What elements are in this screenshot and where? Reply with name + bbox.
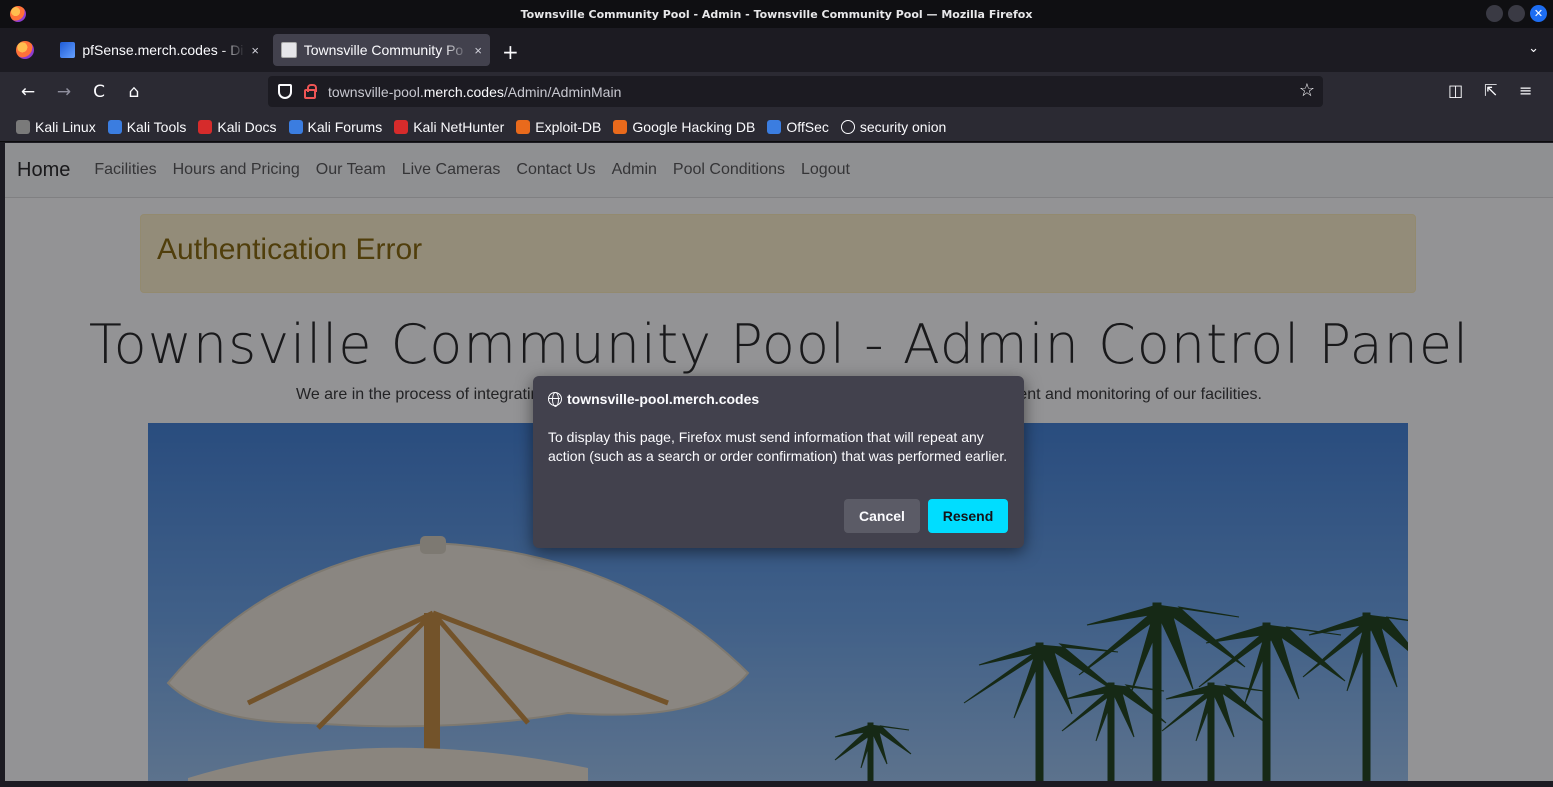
bookmark-label: OffSec bbox=[786, 118, 829, 135]
tab-townsville[interactable]: Townsville Community Po × bbox=[273, 34, 490, 66]
globe-icon bbox=[548, 392, 562, 407]
nav-toolbar: ← → C ⌂ townsville-pool.merch.codes/Admi… bbox=[0, 72, 1553, 112]
taskbar-strip bbox=[0, 781, 1553, 787]
bookmark-kali-forums[interactable]: Kali Forums bbox=[288, 118, 383, 135]
list-all-tabs-button[interactable]: ⌄ bbox=[1528, 41, 1539, 56]
tab-pfsense[interactable]: pfSense.merch.codes - Di × bbox=[52, 34, 267, 66]
kali-docs-icon bbox=[198, 119, 213, 134]
new-tab-button[interactable]: + bbox=[502, 40, 519, 64]
exploit-db-icon bbox=[516, 119, 531, 134]
extensions-icon[interactable]: ⇱ bbox=[1484, 81, 1497, 100]
kali-forums-icon bbox=[288, 119, 303, 134]
resend-dialog: townsville-pool.merch.codes To display t… bbox=[533, 376, 1024, 548]
url-text: townsville-pool.merch.codes/Admin/AdminM… bbox=[328, 84, 621, 100]
back-button[interactable]: ← bbox=[16, 80, 40, 104]
firefox-logo-icon bbox=[10, 6, 26, 22]
bookmark-security-onion[interactable]: security onion bbox=[840, 118, 947, 135]
dialog-message: To display this page, Firefox must send … bbox=[548, 429, 1008, 464]
bookmark-offsec[interactable]: OffSec bbox=[767, 119, 829, 135]
url-path: /Admin/AdminMain bbox=[503, 83, 622, 100]
tab-label: Townsville Community Po bbox=[303, 42, 464, 58]
pocket-icon[interactable]: ◫ bbox=[1448, 81, 1463, 100]
cancel-button[interactable]: Cancel bbox=[844, 499, 920, 533]
tab-close-icon[interactable]: × bbox=[251, 43, 259, 58]
firefox-view-button[interactable] bbox=[8, 34, 42, 66]
reload-button[interactable]: C bbox=[87, 80, 111, 104]
ghdb-icon bbox=[613, 119, 628, 134]
window-title: Townsville Community Pool - Admin - Town… bbox=[520, 7, 1033, 21]
window-controls: ✕ bbox=[1486, 5, 1547, 22]
bookmark-kali-docs[interactable]: Kali Docs bbox=[198, 118, 277, 135]
url-domain: merch.codes bbox=[423, 83, 504, 100]
kali-tools-icon bbox=[107, 119, 122, 134]
bookmarks-toolbar: Kali Linux Kali Tools Kali Docs Kali For… bbox=[0, 112, 1553, 142]
resend-button[interactable]: Resend bbox=[928, 499, 1008, 533]
window-titlebar: Townsville Community Pool - Admin - Town… bbox=[0, 0, 1553, 28]
bookmark-label: Kali Forums bbox=[307, 118, 383, 135]
bookmark-label: Exploit-DB bbox=[535, 118, 602, 135]
firefox-icon bbox=[16, 41, 34, 59]
url-prefix: townsville-pool. bbox=[328, 83, 424, 100]
bookmark-label: Kali NetHunter bbox=[413, 118, 505, 135]
bookmark-star-icon[interactable]: ☆ bbox=[1299, 80, 1315, 101]
menu-icon[interactable]: ≡ bbox=[1519, 81, 1532, 100]
close-window-button[interactable]: ✕ bbox=[1530, 5, 1547, 22]
insecure-lock-icon[interactable] bbox=[304, 83, 317, 99]
tracking-protection-icon[interactable] bbox=[278, 84, 292, 99]
forward-button[interactable]: → bbox=[52, 80, 76, 104]
globe-icon bbox=[840, 119, 855, 134]
bookmark-kali-nethunter[interactable]: Kali NetHunter bbox=[394, 119, 504, 135]
offsec-icon bbox=[767, 119, 782, 134]
kali-linux-icon bbox=[16, 119, 30, 134]
bookmark-label: Kali Linux bbox=[35, 118, 96, 135]
tab-close-icon[interactable]: × bbox=[474, 43, 482, 58]
dialog-origin-text: townsville-pool.merch.codes bbox=[567, 391, 760, 407]
bookmark-google-hacking-db[interactable]: Google Hacking DB bbox=[613, 119, 755, 135]
tab-label: pfSense.merch.codes - Di bbox=[82, 42, 244, 58]
bookmark-exploit-db[interactable]: Exploit-DB bbox=[516, 119, 601, 135]
dialog-origin: townsville-pool.merch.codes bbox=[548, 391, 759, 407]
bookmark-label: Kali Docs bbox=[217, 118, 277, 135]
address-bar[interactable]: townsville-pool.merch.codes/Admin/AdminM… bbox=[268, 76, 1323, 107]
home-button[interactable]: ⌂ bbox=[122, 80, 146, 104]
bookmark-kali-tools[interactable]: Kali Tools bbox=[107, 118, 187, 135]
bookmark-label: Kali Tools bbox=[126, 118, 187, 135]
pfsense-favicon-icon bbox=[60, 42, 76, 58]
tab-strip: pfSense.merch.codes - Di × Townsville Co… bbox=[0, 28, 1553, 72]
page-favicon-icon bbox=[281, 42, 297, 58]
maximize-button[interactable] bbox=[1508, 5, 1525, 22]
kali-nethunter-icon bbox=[394, 119, 409, 134]
minimize-button[interactable] bbox=[1486, 5, 1503, 22]
bookmark-label: Google Hacking DB bbox=[632, 118, 756, 135]
bookmark-label: security onion bbox=[859, 118, 947, 135]
bookmark-kali-linux[interactable]: Kali Linux bbox=[16, 119, 96, 135]
